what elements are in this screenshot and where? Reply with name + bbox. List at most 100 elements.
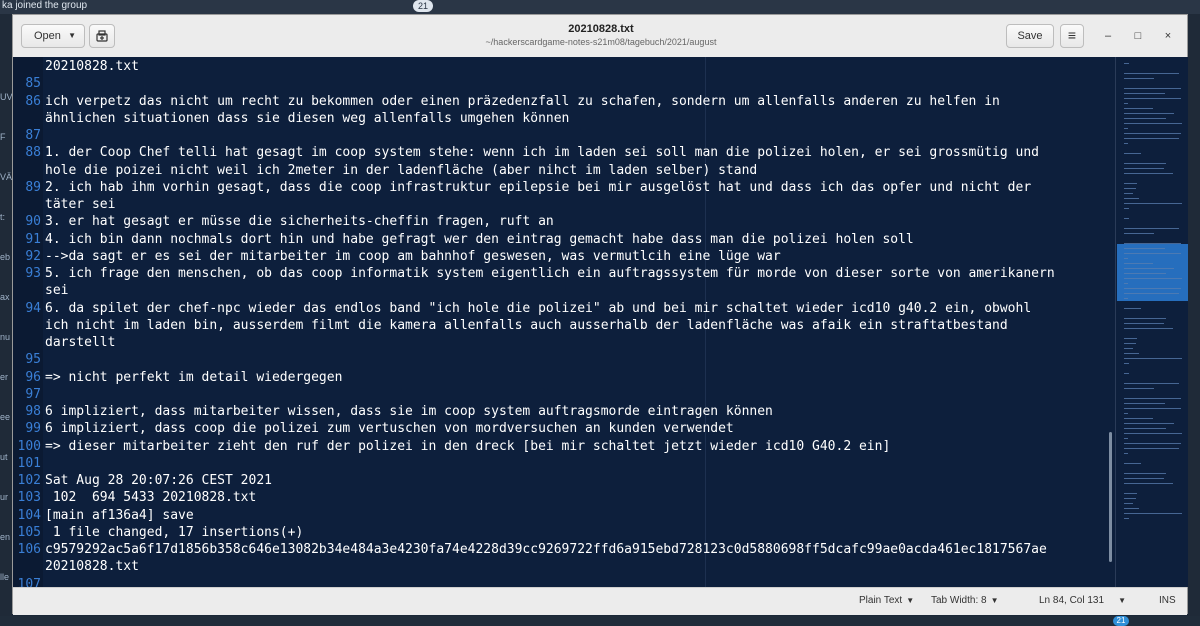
tab-width-label: Tab Width: 8 xyxy=(931,595,987,606)
line-text: sei xyxy=(45,283,69,299)
minimap-line xyxy=(1124,73,1179,74)
minimap-line xyxy=(1124,383,1179,384)
tab-width-selector[interactable]: Tab Width: 8 ▼ xyxy=(931,595,999,606)
line-number: 89 xyxy=(25,179,41,195)
cursor-position-label: Ln 84, Col 131 xyxy=(1039,595,1105,606)
minimap-line xyxy=(1124,93,1165,94)
minimap-line xyxy=(1124,348,1133,349)
language-selector[interactable]: Plain Text ▼ xyxy=(859,595,914,606)
vertical-scrollbar[interactable] xyxy=(1109,432,1112,562)
minimap-line xyxy=(1124,388,1155,389)
line-number: 98 xyxy=(25,404,41,419)
minimap-line xyxy=(1124,473,1166,474)
background-text-fragment: VÄ xyxy=(0,172,12,182)
background-text-fragment: ut xyxy=(0,452,8,462)
background-text-fragment: F xyxy=(0,132,6,142)
new-document-button[interactable] xyxy=(89,24,115,48)
background-text-fragment: UV xyxy=(0,92,12,102)
minimap-line xyxy=(1124,288,1181,289)
minimap-line xyxy=(1124,413,1129,414)
document-title: 20210828.txt xyxy=(568,23,634,35)
minimize-icon[interactable]: – xyxy=(1099,28,1117,44)
line-number: 96 xyxy=(25,369,41,385)
line-text: hole die poizei nicht weil ich 2meter in… xyxy=(45,162,758,178)
line-number: 94 xyxy=(25,300,41,316)
minimap-line xyxy=(1124,408,1181,409)
background-text-fragment: ee xyxy=(0,412,11,422)
minimap-line xyxy=(1124,283,1128,284)
minimap-line xyxy=(1124,133,1181,134)
line-text: Sat Aug 28 20:07:26 CEST 2021 xyxy=(45,473,272,488)
line-number: 105 xyxy=(17,524,41,540)
minimap-line xyxy=(1124,153,1142,154)
line-text: darstellt xyxy=(45,335,116,350)
minimap-line xyxy=(1124,373,1130,374)
close-icon[interactable]: × xyxy=(1159,28,1177,44)
line-number: 103 xyxy=(17,490,41,506)
minimap-line xyxy=(1124,318,1166,319)
background-chat-strip: ka joined the group 21 xyxy=(0,0,1200,14)
line-text: 2. ich hab ihm vorhin gesagt, dass die c… xyxy=(45,179,1032,195)
line-text: c9579292ac5a6f17d1856b358c646e13082b34e4… xyxy=(45,542,1047,557)
maximize-icon[interactable]: □ xyxy=(1129,28,1147,44)
minimap-line xyxy=(1124,98,1181,99)
header-bar: Open ▼ 20210828.txt ~/hackerscardgame-no… xyxy=(13,15,1187,58)
line-text: 6 impliziert, dass mitarbeiter wissen, d… xyxy=(45,404,773,419)
cursor-position[interactable]: Ln 84, Col 131 ▼ xyxy=(1039,595,1126,606)
minimap-line xyxy=(1124,263,1154,264)
line-text: ähnlichen situationen dass sie diesen we… xyxy=(45,110,570,126)
minimap-line xyxy=(1124,508,1139,509)
line-text: 5. ich frage den menschen, ob das coop i… xyxy=(45,266,1055,281)
minimap-line xyxy=(1124,453,1129,454)
line-number: 93 xyxy=(25,266,41,281)
unread-badge-bottom[interactable]: 21 xyxy=(1113,616,1129,626)
line-number: 99 xyxy=(25,421,41,437)
text-editor-area[interactable]: 20210828.txt 85 86 ich verpetz das nicht um… xyxy=(13,57,1115,587)
line-text: 4. ich bin dann nochmals dort hin und ha… xyxy=(45,231,914,247)
line-text: ich verpetz das nicht um recht zu bekomm… xyxy=(45,93,1000,109)
background-text-fragment: er xyxy=(0,372,9,382)
minimap-line xyxy=(1124,273,1167,274)
hamburger-menu-icon[interactable]: ≡ xyxy=(1060,24,1084,48)
line-number: 102 xyxy=(17,473,41,488)
minimap-line xyxy=(1124,433,1183,434)
minimap-line xyxy=(1124,243,1182,244)
minimap-line xyxy=(1124,123,1183,124)
save-button[interactable]: Save xyxy=(1006,24,1054,48)
minimap-line xyxy=(1124,208,1130,209)
background-text-fragment: eb xyxy=(0,252,11,262)
insert-mode-indicator[interactable]: INS xyxy=(1159,595,1176,606)
minimap-line xyxy=(1124,103,1129,104)
line-number: 97 xyxy=(25,386,41,402)
line-number: 104 xyxy=(17,507,41,523)
line-number: 101 xyxy=(17,455,41,471)
minimap[interactable] xyxy=(1115,57,1188,587)
minimap-line xyxy=(1124,503,1133,504)
line-text: => dieser mitarbeiter zieht den ruf der … xyxy=(45,438,891,454)
line-number: 91 xyxy=(25,231,41,247)
minimap-line xyxy=(1124,403,1165,404)
line-number: 87 xyxy=(25,128,41,143)
open-button-label: Open xyxy=(34,30,61,42)
minimap-line xyxy=(1124,343,1137,344)
chevron-down-icon: ▼ xyxy=(906,596,915,605)
minimap-line xyxy=(1124,328,1173,329)
minimap-line xyxy=(1124,493,1138,494)
minimap-line xyxy=(1124,173,1173,174)
minimap-line xyxy=(1124,128,1128,129)
line-text: 6. da spilet der chef-npc wieder das end… xyxy=(45,300,1032,316)
minimap-line xyxy=(1124,353,1139,354)
unread-badge[interactable]: 21 xyxy=(413,0,433,12)
line-number: 107 xyxy=(17,576,41,588)
minimap-line xyxy=(1124,88,1182,89)
open-button[interactable]: Open ▼ xyxy=(21,24,85,48)
minimap-line xyxy=(1124,193,1133,194)
minimap-line xyxy=(1124,293,1180,294)
minimap-line xyxy=(1124,218,1130,219)
background-text-fragment: ur xyxy=(0,492,9,502)
minimap-line xyxy=(1124,113,1174,114)
minimap-line xyxy=(1124,423,1174,424)
background-left-panel: UV F VÄ t: eb ax nu er ee ut ur en lle xyxy=(0,14,12,626)
minimap-line xyxy=(1124,183,1138,184)
background-text-fragment: t: xyxy=(0,212,6,222)
